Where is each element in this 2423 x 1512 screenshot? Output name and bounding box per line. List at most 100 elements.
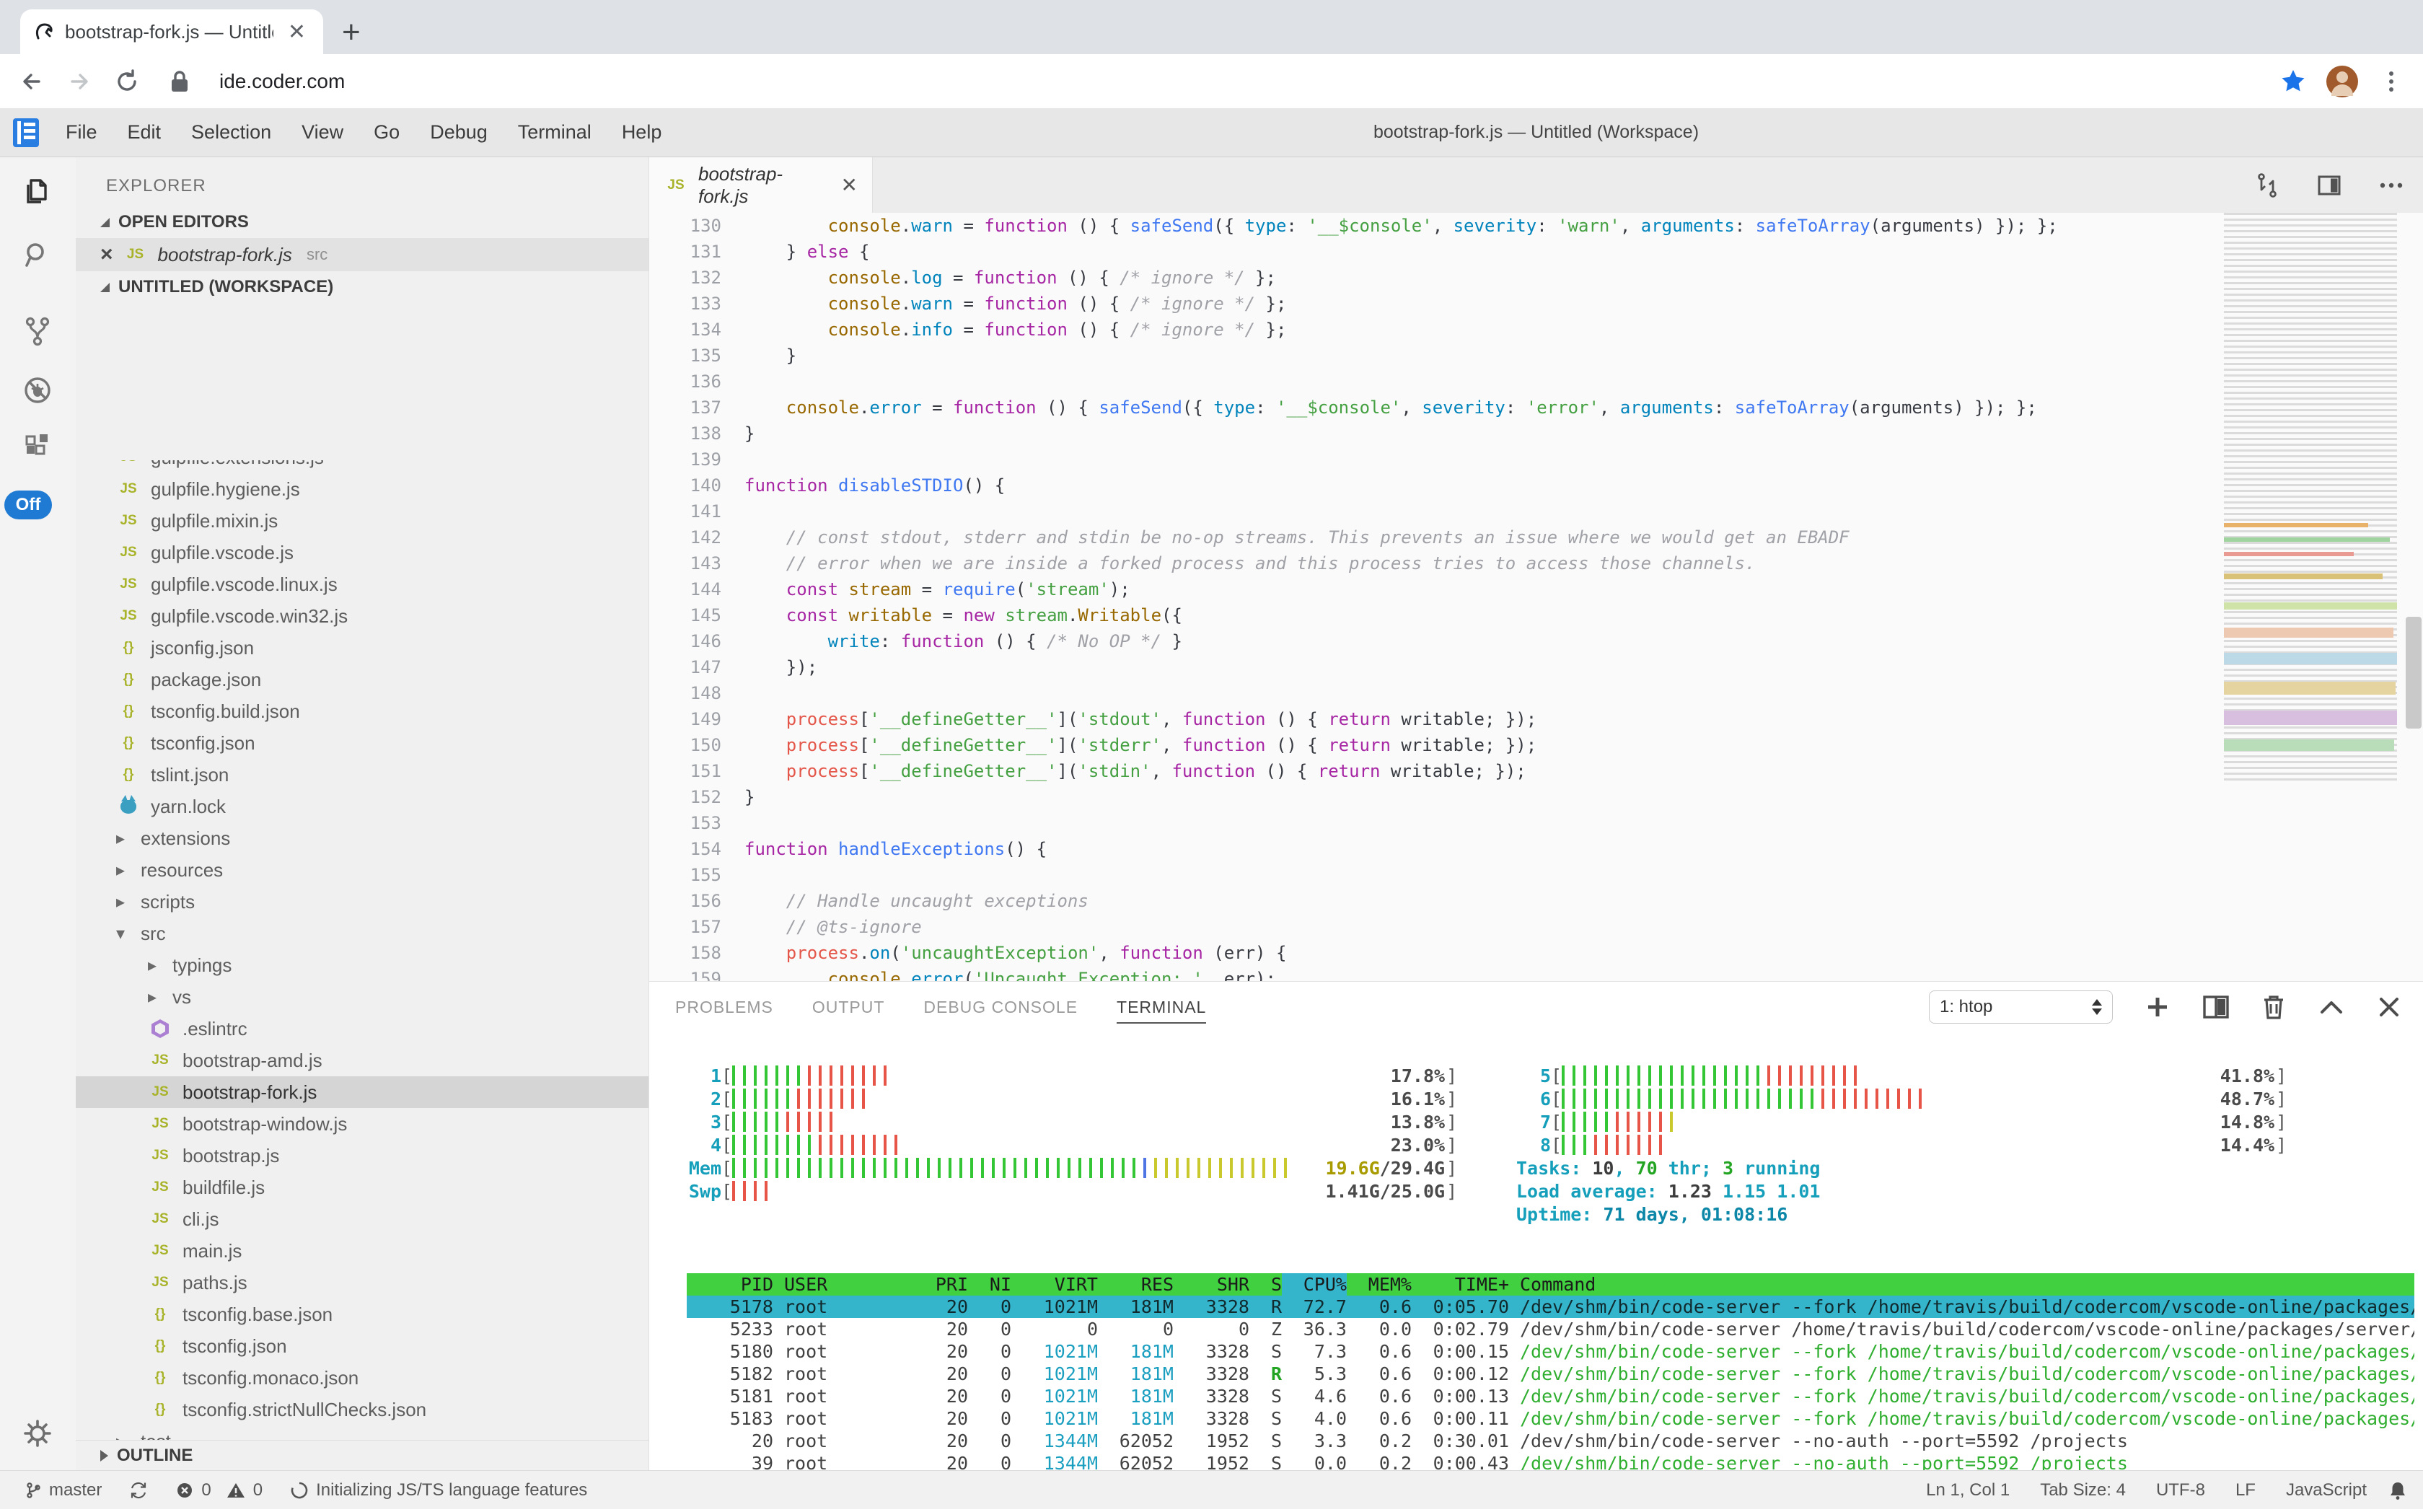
file-tree-item[interactable]: ▸extensions — [76, 822, 648, 854]
code-line[interactable]: 135 } — [649, 343, 2423, 369]
file-tree-item[interactable]: JSbootstrap.js — [76, 1140, 648, 1172]
sync-item[interactable] — [120, 1481, 157, 1500]
menu-edit[interactable]: Edit — [113, 121, 177, 144]
file-tree-item[interactable]: {}tsconfig.build.json — [76, 695, 648, 727]
section-workspace[interactable]: UNTITLED (WORKSPACE) — [76, 271, 648, 303]
avatar[interactable] — [2326, 66, 2358, 97]
browser-tab[interactable]: bootstrap-fork.js — Untitled (V ✕ — [20, 9, 323, 54]
file-tree-item[interactable]: JSgulpfile.extensions.js — [76, 460, 648, 473]
more-actions-icon[interactable] — [2377, 171, 2406, 200]
code-line[interactable]: 141 — [649, 498, 2423, 524]
file-tree-item[interactable]: {}tslint.json — [76, 759, 648, 791]
tab-close-icon[interactable]: ✕ — [283, 19, 310, 45]
panel-tab-output[interactable]: OUTPUT — [812, 982, 885, 1032]
close-icon[interactable]: × — [100, 242, 113, 267]
code-line[interactable]: 150 process['__defineGetter__']('stderr'… — [649, 732, 2423, 758]
code-line[interactable]: 140function disableSTDIO() { — [649, 472, 2423, 498]
search-icon[interactable] — [21, 238, 54, 271]
extensions-icon[interactable] — [21, 430, 54, 463]
file-tree-item[interactable]: JSmain.js — [76, 1235, 648, 1267]
settings-gear-icon[interactable] — [21, 1417, 54, 1450]
split-terminal-icon[interactable] — [2202, 994, 2230, 1020]
status-item[interactable]: JavaScript — [2277, 1480, 2375, 1500]
code-line[interactable]: 132 console.log = function () { /* ignor… — [649, 265, 2423, 291]
code-line[interactable]: 144 const stream = require('stream'); — [649, 576, 2423, 602]
source-control-icon[interactable] — [21, 315, 54, 348]
code-line[interactable]: 133 console.warn = function () { /* igno… — [649, 291, 2423, 317]
section-outline[interactable]: OUTLINE — [76, 1440, 648, 1470]
panel-tab-terminal[interactable]: TERMINAL — [1117, 982, 1206, 1032]
code-line[interactable]: 134 console.info = function () { /* igno… — [649, 317, 2423, 343]
section-open-editors[interactable]: OPEN EDITORS — [76, 206, 648, 238]
code-line[interactable]: 138} — [649, 421, 2423, 447]
terminal[interactable]: 1[17.8%]2[16.1%]3[13.8%]4[23.0%]Mem[19.6… — [649, 1032, 2423, 1470]
panel-tab-debug-console[interactable]: DEBUG CONSOLE — [923, 982, 1078, 1032]
close-panel-icon[interactable] — [2377, 995, 2401, 1019]
browser-menu-icon[interactable] — [2377, 67, 2406, 96]
new-tab-button[interactable]: + — [342, 17, 361, 48]
file-tree-item[interactable]: JSgulpfile.vscode.js — [76, 537, 648, 568]
menu-terminal[interactable]: Terminal — [503, 121, 607, 144]
file-tree-item[interactable]: JSbootstrap-amd.js — [76, 1045, 648, 1076]
code-line[interactable]: 143 // error when we are inside a forked… — [649, 550, 2423, 576]
maximize-panel-icon[interactable] — [2318, 996, 2345, 1018]
file-tree-item[interactable]: JSbootstrap-window.js — [76, 1108, 648, 1140]
compare-changes-icon[interactable] — [2253, 171, 2282, 200]
file-tree-item[interactable]: .eslintrc — [76, 1013, 648, 1045]
code-line[interactable]: 154function handleExceptions() { — [649, 836, 2423, 862]
file-tree-item[interactable]: JSgulpfile.mixin.js — [76, 505, 648, 537]
code-line[interactable]: 155 — [649, 862, 2423, 888]
open-editor-item[interactable]: × JS bootstrap-fork.js src — [76, 238, 648, 271]
url-field[interactable]: ide.coder.com — [219, 70, 2260, 93]
file-tree-item[interactable]: ▸test — [76, 1425, 648, 1440]
kill-terminal-icon[interactable] — [2261, 993, 2286, 1021]
editor-tab[interactable]: JS bootstrap-fork.js ✕ — [649, 157, 873, 213]
tab-close-icon[interactable]: ✕ — [841, 173, 858, 197]
code-line[interactable]: 158 process.on('uncaughtException', func… — [649, 940, 2423, 966]
code-line[interactable]: 137 console.error = function () { safeSe… — [649, 395, 2423, 421]
code-line[interactable]: 139 — [649, 447, 2423, 472]
menu-go[interactable]: Go — [359, 121, 415, 144]
new-terminal-icon[interactable] — [2145, 994, 2171, 1020]
status-item[interactable]: UTF-8 — [2147, 1480, 2214, 1500]
file-tree-item[interactable]: {}tsconfig.base.json — [76, 1298, 648, 1330]
code-line[interactable]: 146 write: function () { /* No OP */ } — [649, 628, 2423, 654]
file-tree-item[interactable]: JSgulpfile.hygiene.js — [76, 473, 648, 505]
git-branch-item[interactable]: master — [16, 1480, 110, 1500]
file-tree-item[interactable]: ▸vs — [76, 981, 648, 1013]
status-item[interactable]: Tab Size: 4 — [2031, 1480, 2134, 1500]
explorer-icon[interactable] — [21, 175, 54, 208]
editor-scrollbar[interactable] — [2406, 617, 2422, 729]
forward-icon[interactable] — [65, 67, 94, 96]
code-line[interactable]: 131 } else { — [649, 239, 2423, 265]
file-tree-item[interactable]: JSgulpfile.vscode.linux.js — [76, 568, 648, 600]
file-tree-item[interactable]: {}package.json — [76, 664, 648, 695]
code-line[interactable]: 136 — [649, 369, 2423, 395]
bookmark-star-icon[interactable] — [2279, 67, 2308, 96]
status-item[interactable]: Ln 1, Col 1 — [1917, 1480, 2018, 1500]
file-tree-item[interactable]: yarn.lock — [76, 791, 648, 822]
file-tree-item[interactable]: JScli.js — [76, 1203, 648, 1235]
back-icon[interactable] — [17, 67, 46, 96]
menu-view[interactable]: View — [286, 121, 359, 144]
refresh-icon[interactable] — [113, 67, 141, 96]
code-line[interactable]: 149 process['__defineGetter__']('stdout'… — [649, 706, 2423, 732]
file-tree-item[interactable]: JSpaths.js — [76, 1267, 648, 1298]
code-line[interactable]: 130 console.warn = function () { safeSen… — [649, 213, 2423, 239]
file-tree-item[interactable]: JSgulpfile.vscode.win32.js — [76, 600, 648, 632]
file-tree-item[interactable]: {}jsconfig.json — [76, 632, 648, 664]
code-line[interactable]: 151 process['__defineGetter__']('stdin',… — [649, 758, 2423, 784]
code-line[interactable]: 159 console.error('Uncaught Exception: '… — [649, 966, 2423, 981]
file-tree-item[interactable]: {}tsconfig.json — [76, 727, 648, 759]
split-editor-icon[interactable] — [2315, 171, 2344, 200]
menu-debug[interactable]: Debug — [415, 121, 503, 144]
minimap[interactable] — [2218, 213, 2403, 790]
file-tree-item[interactable]: {}tsconfig.monaco.json — [76, 1362, 648, 1394]
file-tree-item[interactable]: ▸typings — [76, 949, 648, 981]
menu-selection[interactable]: Selection — [176, 121, 286, 144]
code-line[interactable]: 142 // const stdout, stderr and stdin be… — [649, 524, 2423, 550]
file-tree-item[interactable]: ▸resources — [76, 854, 648, 886]
code-line[interactable]: 147 }); — [649, 654, 2423, 680]
debug-off-icon[interactable] — [21, 374, 54, 407]
code-line[interactable]: 153 — [649, 810, 2423, 836]
